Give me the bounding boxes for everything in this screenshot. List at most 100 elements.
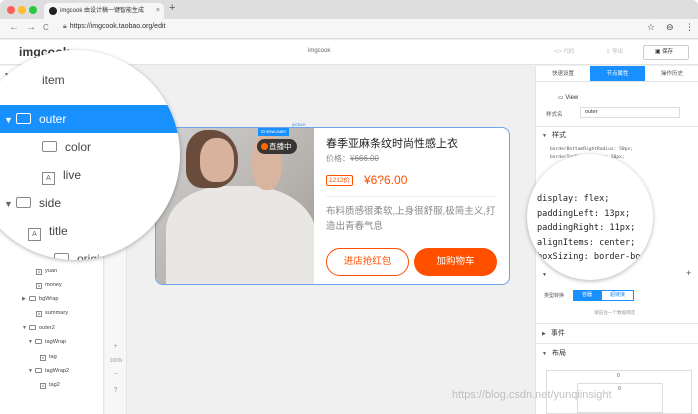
tree-node[interactable]: Atitle — [0, 217, 180, 245]
chevron-down-icon[interactable]: ▼ — [28, 365, 35, 377]
chevron-right-icon: ▶ — [542, 331, 546, 337]
code-line: alignItems: center; — [537, 237, 636, 248]
save-button[interactable]: ▣ 保存 — [643, 45, 689, 60]
favicon-icon — [49, 7, 57, 15]
tree-node[interactable]: ▼ outer2 — [22, 322, 55, 334]
maximize-window-dot[interactable] — [29, 6, 37, 14]
section-collapsed[interactable]: ▼ — [542, 271, 552, 278]
tab-quick-settings[interactable]: 快速设置 — [536, 66, 590, 82]
section-layout[interactable]: ▼ 布局 — [542, 348, 566, 358]
chevron-down-icon[interactable]: ▼ — [4, 106, 16, 134]
folder-icon — [29, 325, 36, 330]
box-margin-top[interactable]: 0 — [617, 373, 620, 379]
text-node-icon: A — [40, 383, 46, 389]
section-style[interactable]: ▼ 样式 — [542, 130, 566, 140]
price-badge[interactable]: 1212价 — [326, 175, 353, 186]
bookmark-star-icon[interactable]: ☆ — [647, 22, 655, 33]
tab-close-icon[interactable]: × — [156, 3, 160, 19]
tree-node[interactable]: Amoney — [36, 279, 62, 291]
tree-node[interactable]: ▼ originPrice — [0, 245, 180, 260]
watermark: https://blog.csdn.net/yunqiinsight — [452, 389, 612, 401]
tree-node[interactable]: ▶ bgWrap — [22, 293, 59, 305]
view-node-text: View — [565, 95, 579, 101]
chevron-down-icon: ▼ — [542, 272, 547, 278]
text-node-icon: A — [42, 172, 55, 185]
text-node-icon: A — [36, 269, 42, 275]
picture-label: picture — [292, 122, 306, 127]
folder-icon — [35, 339, 42, 344]
section-style-label: 样式 — [551, 132, 566, 139]
help-icon[interactable]: ? — [110, 387, 121, 394]
zoom-out-icon[interactable]: − — [110, 371, 121, 378]
section-event[interactable]: ▶ 事件 — [542, 328, 565, 338]
tree-node[interactable]: Atag — [40, 351, 57, 363]
tree-node-label: yuan — [45, 268, 58, 274]
tree-node-label: summary — [45, 310, 68, 316]
tree-node[interactable]: Alive — [0, 161, 180, 189]
chevron-down-icon[interactable]: ▼ — [28, 336, 35, 348]
photo-face-shape — [200, 138, 234, 182]
chevron-down-icon[interactable]: ▼ — [42, 246, 54, 260]
divider — [536, 126, 698, 127]
tab-node-properties[interactable]: 节点属性 — [590, 66, 645, 82]
folder-icon — [42, 141, 57, 152]
code-line: borderBottomRightRadius: 50px; — [550, 147, 633, 152]
box-padding-top[interactable]: 0 — [618, 386, 621, 392]
tree-node-label: item — [42, 73, 65, 87]
tree-node[interactable]: color — [0, 133, 180, 161]
tree-node-label: money — [45, 282, 62, 288]
minimize-window-dot[interactable] — [18, 6, 26, 14]
tree-node[interactable]: Atag2 — [40, 379, 60, 391]
code-button-label: 代码 — [563, 49, 575, 55]
tree-node[interactable]: Ayuan — [36, 265, 57, 277]
tree-node[interactable]: ▼ tagWrap2 — [28, 365, 69, 377]
add-cart-button[interactable]: 加购物车 — [414, 248, 497, 276]
tree-node[interactable]: ▼ tagWrap — [28, 336, 66, 348]
chevron-down-icon[interactable]: ▼ — [4, 190, 16, 218]
layout-type-label: 类型转换 — [544, 293, 565, 299]
chevron-down-icon: ▼ — [542, 133, 547, 139]
zoom-in-icon[interactable]: + — [110, 343, 121, 350]
tree-node[interactable]: item — [0, 66, 180, 94]
tree-node[interactable]: ▼ side — [0, 189, 180, 217]
add-icon[interactable]: + — [686, 268, 691, 278]
product-card[interactable]: 直播中 春季亚麻条纹时尚性感上衣 价格：¥666.00 1212价 ¥6?6.0… — [155, 127, 510, 285]
style-name-input[interactable]: outer — [580, 107, 680, 118]
tree-node-label: color — [65, 140, 92, 154]
product-title[interactable]: 春季亚麻条纹时尚性感上衣 — [326, 135, 458, 151]
style-magnifier-code: display: flex; paddingLeft: 13px; paddingR… — [537, 192, 640, 265]
tree-node-label: outer — [39, 112, 67, 126]
browser-menu-icon[interactable]: ⋮ — [685, 22, 694, 33]
extension-icon[interactable]: ⊖ — [666, 22, 674, 33]
live-badge[interactable]: 直播中 — [257, 139, 297, 154]
code-button[interactable]: </> 代码 — [548, 45, 575, 60]
reload-icon[interactable]: C — [43, 23, 49, 32]
chevron-down-icon[interactable]: ▼ — [22, 322, 29, 334]
segment-link[interactable]: 超链接 — [601, 290, 635, 301]
browser-window: imgcook 由设计稿一键智能生成 × + ← → C 🔒︎ https://i… — [0, 0, 698, 414]
tree-node-label: title — [49, 224, 68, 238]
close-window-dot[interactable] — [7, 6, 15, 14]
tab-history[interactable]: 操作历史 — [645, 66, 698, 82]
back-arrow-icon[interactable]: ← — [9, 22, 19, 33]
folder-icon — [16, 113, 31, 124]
folder-icon — [16, 197, 31, 208]
segment-container[interactable]: 容器 — [573, 290, 602, 301]
text-node-icon: A — [40, 355, 46, 361]
live-dot-icon — [261, 143, 268, 150]
forward-arrow-icon[interactable]: → — [26, 22, 36, 33]
product-description[interactable]: 布料质感很柔软,上身很舒服,极简主义,打造出青春气息 — [326, 204, 502, 234]
url-field[interactable]: 🔒︎ https://imgcook.taobao.org/edit — [63, 23, 165, 31]
current-price[interactable]: ¥6?6.00 — [364, 173, 407, 187]
tree-node-label: tagWrap — [45, 339, 67, 345]
tree-node-selected[interactable]: ▼ outer — [0, 105, 180, 133]
tree-node-label: side — [39, 196, 62, 210]
export-button[interactable]: ⇪ 导出 — [600, 45, 623, 60]
url-text: https://imgcook.taobao.org/edit — [69, 23, 166, 30]
browser-tab[interactable]: imgcook 由设计稿一键智能生成 × — [44, 3, 164, 19]
new-tab-icon[interactable]: + — [169, 2, 175, 14]
original-price[interactable]: 价格：¥666.00 — [326, 153, 379, 164]
chevron-right-icon[interactable]: ▶ — [22, 293, 29, 305]
tree-node[interactable]: Asummary — [36, 307, 68, 319]
red-packet-button[interactable]: 进店抢红包 — [326, 248, 409, 276]
